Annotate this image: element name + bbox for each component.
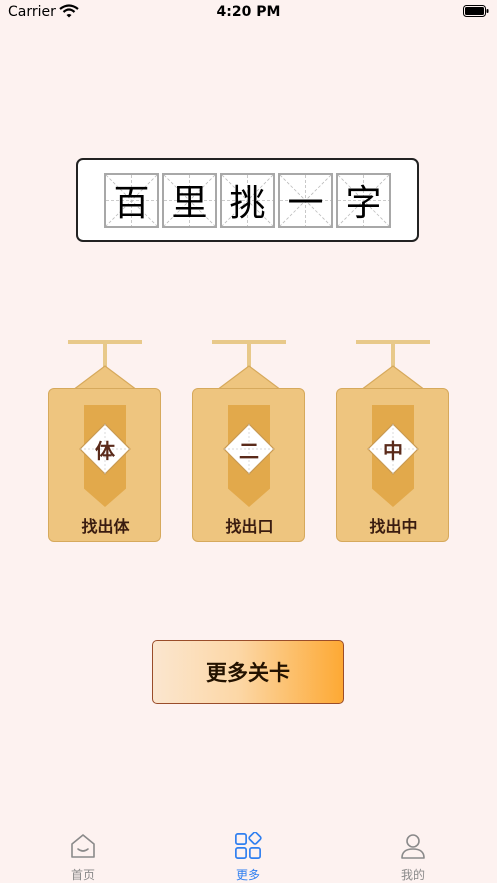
level-char: 中 <box>383 438 403 463</box>
tab-mine[interactable]: 我的 <box>373 826 453 883</box>
tab-more-label: 更多 <box>235 868 260 882</box>
clock-time: 4:20 PM <box>216 4 281 20</box>
title-char: 挑 <box>229 183 266 224</box>
tab-home[interactable]: 首页 <box>43 826 123 883</box>
title-char: 里 <box>171 183 208 224</box>
title-char: 字 <box>345 183 382 224</box>
level-label: 找出体 <box>81 517 130 536</box>
level-card-2[interactable]: 二 找出口 <box>190 338 310 546</box>
tab-bar: 首页 更多 我的 <box>0 826 497 883</box>
title-banner: 百 里 挑 一 字 <box>76 158 419 242</box>
level-card-body: 中 找出中 <box>336 388 449 542</box>
level-char: 二 <box>239 438 259 463</box>
level-card-1[interactable]: 体 找出体 <box>46 338 166 546</box>
level-card-body: 体 找出体 <box>48 388 161 542</box>
status-bar: Carrier 4:20 PM <box>0 0 497 26</box>
hanger-icon <box>68 340 142 391</box>
tab-mine-label: 我的 <box>400 868 425 882</box>
title-char-cell: 百 <box>104 172 159 228</box>
tab-home-label: 首页 <box>70 868 95 882</box>
screen: Carrier 4:20 PM 百 里 挑 一 字 体 找出体 二 找出口 中 … <box>0 0 497 883</box>
title-char: 百 <box>113 183 150 224</box>
title-char-cell: 里 <box>162 172 217 228</box>
battery-icon <box>463 5 489 17</box>
hanger-icon <box>212 340 286 391</box>
level-card-3[interactable]: 中 找出中 <box>334 338 454 546</box>
hanger-icon <box>356 340 430 391</box>
home-icon <box>71 834 95 858</box>
grid-icon <box>235 832 262 859</box>
title-char-cell: 挑 <box>220 172 275 228</box>
title-char-cell: 字 <box>336 172 391 228</box>
level-label: 找出中 <box>369 517 418 536</box>
person-icon <box>401 834 425 859</box>
more-levels-button[interactable]: 更多关卡 <box>152 640 344 704</box>
level-label: 找出口 <box>225 517 274 536</box>
title-char-cell: 一 <box>278 172 333 228</box>
tab-more[interactable]: 更多 <box>208 826 288 883</box>
level-char: 体 <box>95 438 115 463</box>
level-card-body: 二 找出口 <box>192 388 305 542</box>
title-char: 一 <box>287 183 324 224</box>
